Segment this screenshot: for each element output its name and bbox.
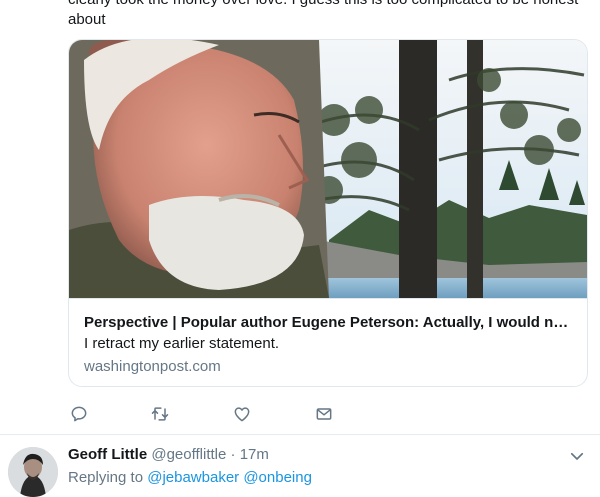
replying-to: Replying to @jebawbaker @onbeing [68,468,312,488]
direct-message-button[interactable] [314,404,336,426]
chevron-down-icon [570,452,584,460]
retweet-button[interactable] [150,404,172,426]
card-title[interactable]: Perspective | Popular author Eugene Pete… [84,313,576,333]
author-line: Geoff Little @geofflittle · 17m [68,445,269,465]
tweet-text: clearly took the money over love. I gues… [68,0,578,28]
author-handle[interactable]: @geofflittle [151,446,226,463]
card-description: I retract my earlier statement. [84,335,280,352]
replying-mentions[interactable]: @jebawbaker @onbeing [147,469,312,486]
tweet-menu-button[interactable] [568,447,586,465]
author-name[interactable]: Geoff Little [68,446,147,463]
like-icon [234,407,250,422]
card-domain[interactable]: washingtonpost.com [84,357,221,377]
next-tweet[interactable]: Geoff Little @geofflittle · 17m Replying… [0,435,600,497]
replying-prefix: Replying to [68,469,144,486]
tweet-actions [68,404,588,426]
avatar[interactable] [8,447,58,497]
card-image[interactable] [69,40,587,298]
message-icon [316,408,332,420]
retweet-icon [151,407,169,421]
reply-button[interactable] [69,404,91,426]
tweet-timestamp[interactable]: 17m [240,446,269,463]
reply-icon [71,406,87,422]
link-card[interactable]: Perspective | Popular author Eugene Pete… [68,39,588,387]
like-button[interactable] [232,404,254,426]
separator-dot: · [230,446,236,463]
